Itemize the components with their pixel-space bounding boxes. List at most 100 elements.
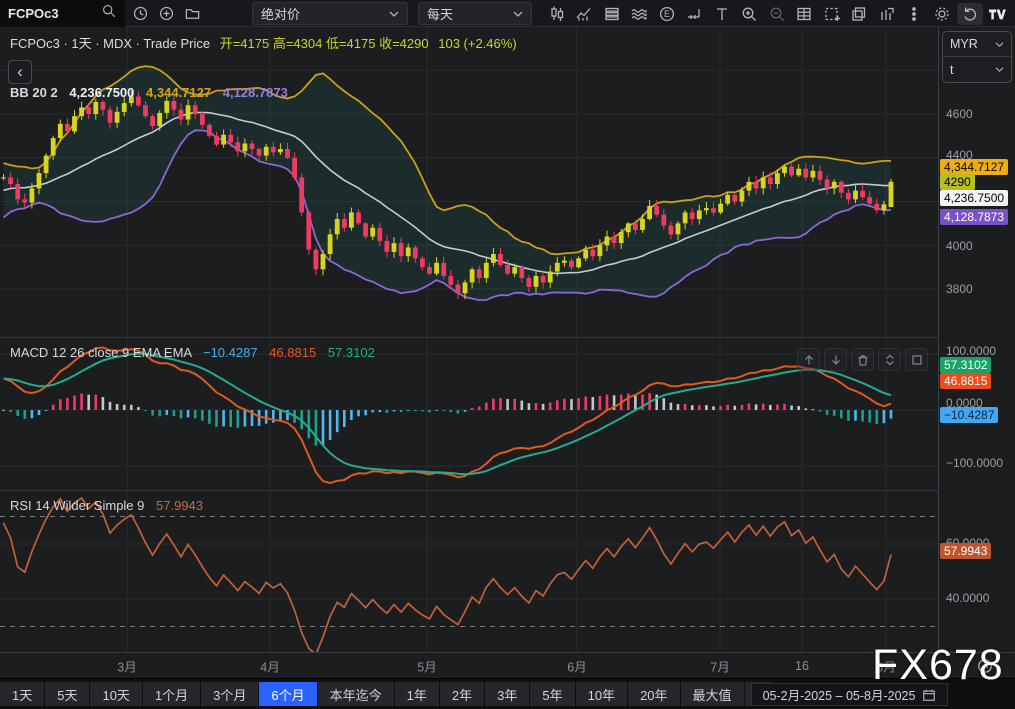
bb-upper-price-label: 4,344.7127 bbox=[940, 159, 1008, 175]
symbol-search-input[interactable]: FCPOc3 bbox=[0, 0, 125, 27]
pane-controls bbox=[797, 348, 928, 371]
time-axis-label: 3月 bbox=[117, 656, 136, 675]
chevron-down-icon bbox=[389, 6, 399, 21]
chevron-down-icon bbox=[513, 6, 523, 21]
interval-dropdown[interactable]: 每天 bbox=[418, 2, 532, 25]
move-pane-down-button[interactable] bbox=[824, 348, 847, 371]
zoom-out-icon[interactable] bbox=[763, 0, 791, 27]
currency-dropdown[interactable]: MYR bbox=[943, 32, 1011, 57]
rsi-title: RSI 14 Wilder Simple 9 bbox=[10, 498, 144, 513]
tradingview-logo[interactable] bbox=[984, 0, 1012, 27]
rsi-value: 57.9943 bbox=[156, 498, 203, 513]
range-button-10年[interactable]: 10年 bbox=[576, 682, 627, 706]
top-toolbar: FCPOc3 绝对价 每天 E bbox=[0, 0, 1015, 27]
macd-legend[interactable]: MACD 12 26 close 9 EMA EMA −10.4287 46.8… bbox=[10, 345, 375, 360]
price-pane[interactable]: FCPOc3 · 1天 · MDX · Trade Price 开=4175 高… bbox=[0, 27, 938, 337]
measure-icon[interactable] bbox=[681, 0, 709, 27]
range-button-2年[interactable]: 2年 bbox=[440, 682, 484, 706]
time-axis[interactable]: 3月4月5月6月7月168月 bbox=[0, 652, 1015, 678]
bar-replay-icon[interactable] bbox=[873, 0, 901, 27]
range-button-1年[interactable]: 1年 bbox=[395, 682, 439, 706]
back-button[interactable]: ‹ bbox=[8, 60, 32, 84]
macd-title: MACD 12 26 close 9 EMA EMA bbox=[10, 345, 191, 360]
macd-line-label: 46.8815 bbox=[940, 373, 991, 389]
clock-icon[interactable] bbox=[128, 2, 152, 25]
symbol-text: FCPOc3 bbox=[8, 6, 101, 21]
snapshot-icon[interactable] bbox=[818, 0, 846, 27]
move-pane-up-button[interactable] bbox=[797, 348, 820, 371]
more-options-icon[interactable] bbox=[901, 0, 929, 27]
symbol-info-row[interactable]: FCPOc3 · 1天 · MDX · Trade Price 开=4175 高… bbox=[10, 33, 517, 52]
undo-icon[interactable] bbox=[957, 3, 983, 25]
events-icon[interactable]: E bbox=[653, 0, 681, 27]
zoom-in-icon[interactable] bbox=[736, 0, 764, 27]
price-tick: 3800 bbox=[946, 282, 973, 296]
maximize-pane-button[interactable] bbox=[905, 348, 928, 371]
delete-pane-button[interactable] bbox=[851, 348, 874, 371]
last-price-label: 4290 bbox=[940, 174, 975, 190]
macd-pane[interactable]: MACD 12 26 close 9 EMA EMA −10.4287 46.8… bbox=[0, 337, 938, 490]
range-button-3年[interactable]: 3年 bbox=[485, 682, 529, 706]
range-button-20年[interactable]: 20年 bbox=[628, 682, 679, 706]
range-button-1个月[interactable]: 1个月 bbox=[143, 682, 200, 706]
time-axis-label: 4月 bbox=[260, 656, 279, 675]
range-button-6个月[interactable]: 6个月 bbox=[259, 682, 316, 706]
rsi-tick: 40.0000 bbox=[946, 591, 989, 605]
unit-label: t bbox=[950, 63, 953, 77]
date-range-field[interactable]: 05-2月-2025 – 05-8月-2025 bbox=[751, 683, 948, 706]
range-button-1天[interactable]: 1天 bbox=[0, 682, 44, 706]
svg-text:E: E bbox=[664, 9, 670, 19]
price-mode-label: 绝对价 bbox=[261, 4, 300, 23]
bb-lower-value: 4,128.7873 bbox=[223, 85, 288, 100]
candlestick-style-icon[interactable] bbox=[543, 0, 571, 27]
time-axis-label: 8月 bbox=[876, 656, 895, 675]
indicators-icon[interactable] bbox=[571, 0, 599, 27]
toolbar-icon-row: E bbox=[543, 0, 1011, 27]
interval-label: 每天 bbox=[427, 4, 453, 23]
compare-waves-icon[interactable] bbox=[626, 0, 654, 27]
symbol-title: FCPOc3 · 1天 · MDX · Trade Price bbox=[10, 36, 210, 51]
macd-tick: 100.0000 bbox=[946, 344, 996, 358]
bb-legend[interactable]: BB 20 2 4,236.7500 4,344.7127 4,128.7873 bbox=[10, 85, 288, 100]
price-tick: 4600 bbox=[946, 107, 973, 121]
macd-histogram-value: −10.4287 bbox=[203, 345, 258, 360]
rsi-pane[interactable]: RSI 14 Wilder Simple 9 57.9943 bbox=[0, 490, 938, 652]
search-icon bbox=[101, 3, 117, 24]
rsi-value-label: 57.9943 bbox=[940, 543, 991, 559]
time-axis-label: 16 bbox=[795, 659, 809, 673]
range-button-10天[interactable]: 10天 bbox=[90, 682, 141, 706]
range-button-3个月[interactable]: 3个月 bbox=[201, 682, 258, 706]
change-value: 103 (+2.46%) bbox=[438, 36, 516, 51]
bb-title: BB 20 2 bbox=[10, 85, 58, 100]
macd-tick: −100.0000 bbox=[946, 456, 1003, 470]
copy-icon[interactable] bbox=[846, 0, 874, 27]
collapse-pane-button[interactable] bbox=[878, 348, 901, 371]
calendar-icon bbox=[922, 688, 936, 702]
layout-rows-icon[interactable] bbox=[598, 0, 626, 27]
macd-signal-value: 57.3102 bbox=[328, 345, 375, 360]
price-mode-dropdown[interactable]: 绝对价 bbox=[252, 2, 408, 25]
ohlc-values: 开=4175 高=4304 低=4175 收=4290 bbox=[220, 36, 429, 51]
rsi-legend[interactable]: RSI 14 Wilder Simple 9 57.9943 bbox=[10, 498, 203, 513]
range-button-5年[interactable]: 5年 bbox=[530, 682, 574, 706]
folder-icon[interactable] bbox=[180, 2, 204, 25]
clock-icon[interactable] bbox=[976, 657, 994, 675]
currency-label: MYR bbox=[950, 37, 978, 51]
macd-histogram-label: −10.4287 bbox=[940, 407, 998, 423]
add-circle-icon[interactable] bbox=[154, 2, 178, 25]
time-axis-label: 6月 bbox=[567, 656, 586, 675]
bb-upper-value: 4,344.7127 bbox=[146, 85, 211, 100]
settings-gear-icon[interactable] bbox=[928, 0, 956, 27]
price-axis[interactable]: MYR t 4600 4400 4000 3800 4,344.7127 429… bbox=[938, 27, 1015, 652]
macd-line-value: 46.8815 bbox=[269, 345, 316, 360]
table-icon[interactable] bbox=[791, 0, 819, 27]
macd-signal-label: 57.3102 bbox=[940, 357, 991, 373]
range-button-最大值[interactable]: 最大值 bbox=[681, 682, 744, 706]
range-button-5天[interactable]: 5天 bbox=[45, 682, 89, 706]
bb-lower-price-label: 4,128.7873 bbox=[940, 209, 1008, 225]
unit-dropdown[interactable]: t bbox=[943, 57, 1011, 82]
chevron-down-icon bbox=[995, 41, 1004, 48]
range-button-本年迄今[interactable]: 本年迄今 bbox=[318, 682, 394, 706]
date-range-text: 05-2月-2025 – 05-8月-2025 bbox=[763, 685, 916, 704]
text-tool-icon[interactable] bbox=[708, 0, 736, 27]
